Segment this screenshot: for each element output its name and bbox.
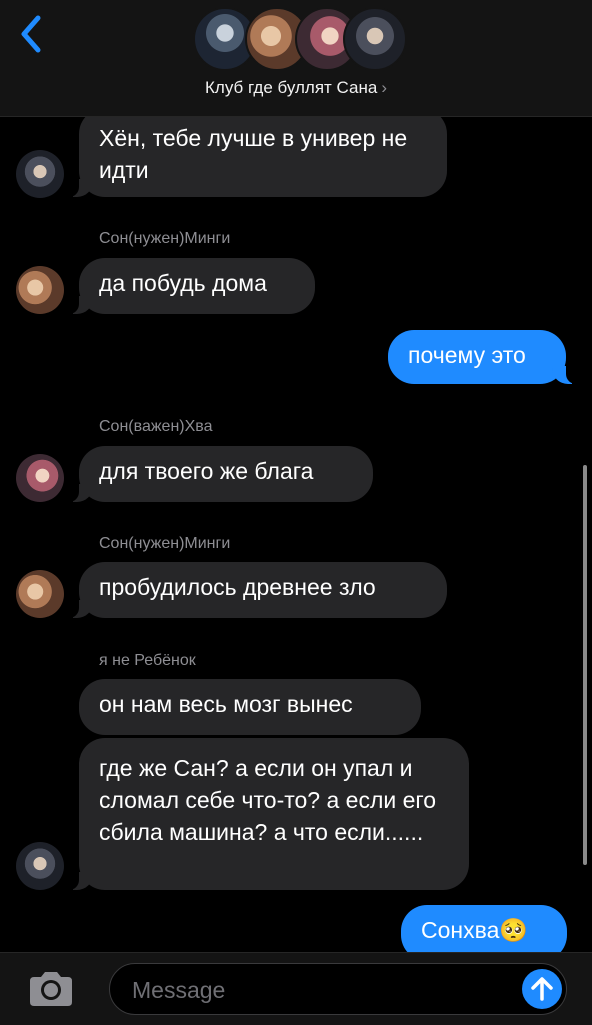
message-bubble[interactable]: для твоего же блага [63, 446, 373, 502]
camera-icon [30, 972, 72, 1006]
send-button[interactable] [522, 969, 562, 1009]
sender-name: Сон(нужен)Минги [99, 535, 231, 552]
group-title[interactable]: Клуб где буллят Сана › [0, 78, 592, 98]
chat-header: Клуб где буллят Сана › [0, 0, 592, 117]
back-button[interactable] [14, 12, 50, 56]
sender-name: я не Ребёнок [99, 652, 196, 669]
avatar[interactable] [16, 150, 64, 198]
message-bubble[interactable]: да побудь дома [63, 258, 315, 314]
composer-bar [0, 952, 592, 1025]
message-bubble[interactable]: Хён, тебе лучше в универ не идти [63, 108, 447, 197]
message-bubble[interactable]: он нам весь мозг вынес [79, 679, 421, 735]
message-bubble[interactable]: пробудилось древнее зло [63, 562, 447, 618]
group-title-text: Клуб где буллят Сана [205, 78, 378, 97]
chevron-right-icon: › [381, 78, 387, 97]
message-bubble[interactable]: где же Сан? а если он упал и сломал себе… [63, 738, 469, 890]
message-bubble-outgoing[interactable]: почему это [388, 330, 582, 384]
avatar[interactable] [16, 842, 64, 890]
sender-name: Сон(нужен)Минги [99, 230, 231, 247]
group-avatar [343, 7, 407, 71]
avatar[interactable] [16, 454, 64, 502]
avatar[interactable] [16, 570, 64, 618]
camera-button[interactable] [26, 969, 76, 1009]
sender-name: Сон(важен)Хва [99, 418, 213, 435]
arrow-up-icon [531, 977, 553, 1001]
message-field [109, 963, 567, 1015]
avatar[interactable] [16, 266, 64, 314]
scrollbar[interactable] [583, 465, 587, 865]
message-input[interactable] [130, 972, 514, 1008]
group-avatars[interactable] [193, 7, 407, 73]
chevron-left-icon [21, 15, 41, 53]
